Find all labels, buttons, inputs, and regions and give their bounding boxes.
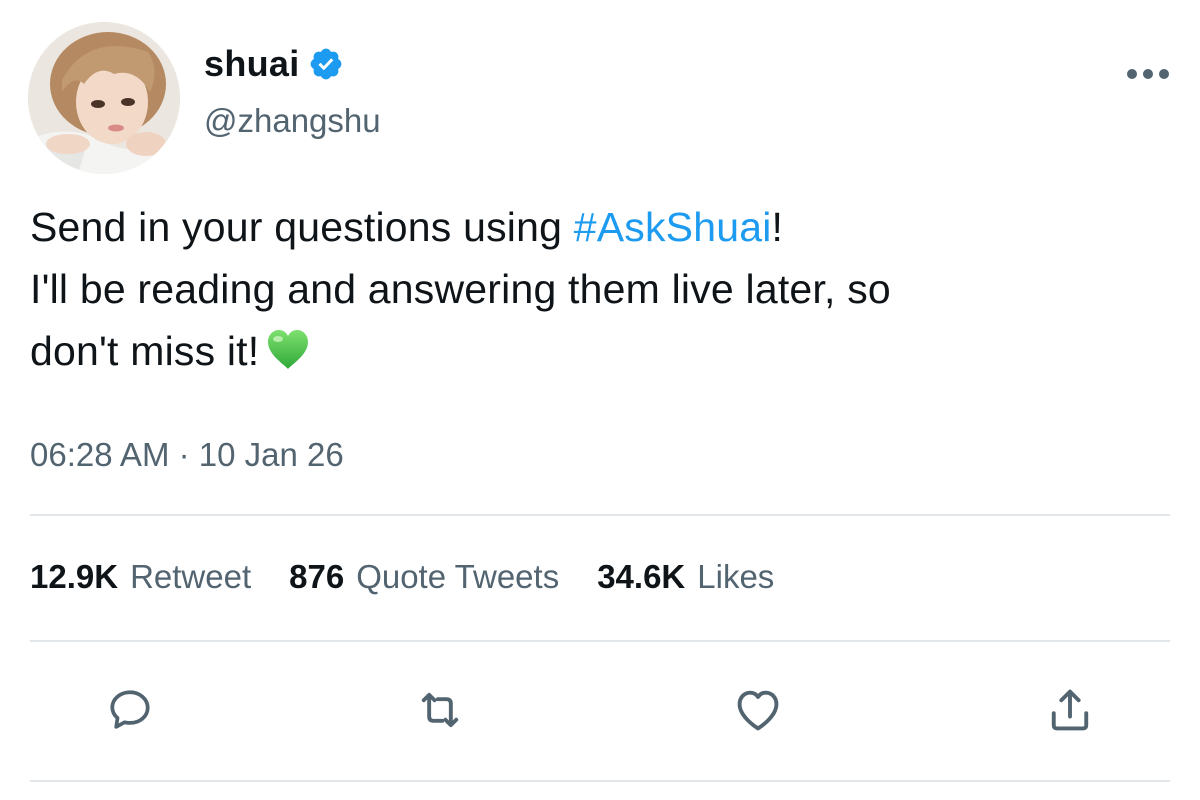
verified-badge-icon xyxy=(308,46,344,82)
heart-outline-icon xyxy=(737,690,779,731)
likes-label: Likes xyxy=(697,558,775,595)
tweet-text: Send in your questions using #AskShuai! … xyxy=(30,196,1170,382)
retweet-arrows-icon xyxy=(421,692,459,728)
hashtag-link[interactable]: #AskShuai xyxy=(574,204,772,250)
more-options-icon[interactable] xyxy=(1124,66,1172,82)
green-heart-emoji-icon xyxy=(265,327,311,373)
reply-button[interactable] xyxy=(100,680,160,740)
divider xyxy=(30,640,1170,642)
tweet-text-line: don't miss it! xyxy=(30,328,260,374)
tweet-actions xyxy=(30,680,1170,744)
tweet-header: shuai @zhangshu xyxy=(28,22,1178,182)
retweet-count: 12.9K xyxy=(30,558,119,595)
avatar-image xyxy=(28,22,180,174)
divider xyxy=(30,780,1170,782)
tweet-detail: shuai @zhangshu Send in your questions u… xyxy=(0,0,1200,800)
tweet-text-part: Send in your questions using xyxy=(30,204,574,250)
divider xyxy=(30,514,1170,516)
quote-tweets-label: Quote Tweets xyxy=(356,558,560,595)
display-name-row: shuai xyxy=(204,42,381,86)
avatar[interactable] xyxy=(28,22,180,174)
tweet-text-part: ! xyxy=(771,204,784,250)
retweet-stat[interactable]: 12.9K Retweet xyxy=(30,558,251,596)
tweet-stats: 12.9K Retweet 876 Quote Tweets 34.6K Likes xyxy=(30,558,774,596)
likes-count: 34.6K xyxy=(597,558,686,595)
quote-tweets-stat[interactable]: 876 Quote Tweets xyxy=(289,558,559,596)
quote-tweets-count: 876 xyxy=(289,558,345,595)
retweet-label: Retweet xyxy=(130,558,252,595)
display-name[interactable]: shuai xyxy=(204,43,300,85)
author-handle[interactable]: @zhangshu xyxy=(204,102,381,140)
tweet-text-line: I'll be reading and answering them live … xyxy=(30,266,891,312)
share-button[interactable] xyxy=(1040,680,1100,740)
speech-bubble-icon xyxy=(110,690,150,729)
likes-stat[interactable]: 34.6K Likes xyxy=(597,558,774,596)
share-upload-icon xyxy=(1051,689,1089,731)
tweet-timestamp[interactable]: 06:28 AM · 10 Jan 26 xyxy=(30,436,344,474)
author-names: shuai @zhangshu xyxy=(204,42,381,140)
retweet-button[interactable] xyxy=(410,680,470,740)
like-button[interactable] xyxy=(728,680,788,740)
